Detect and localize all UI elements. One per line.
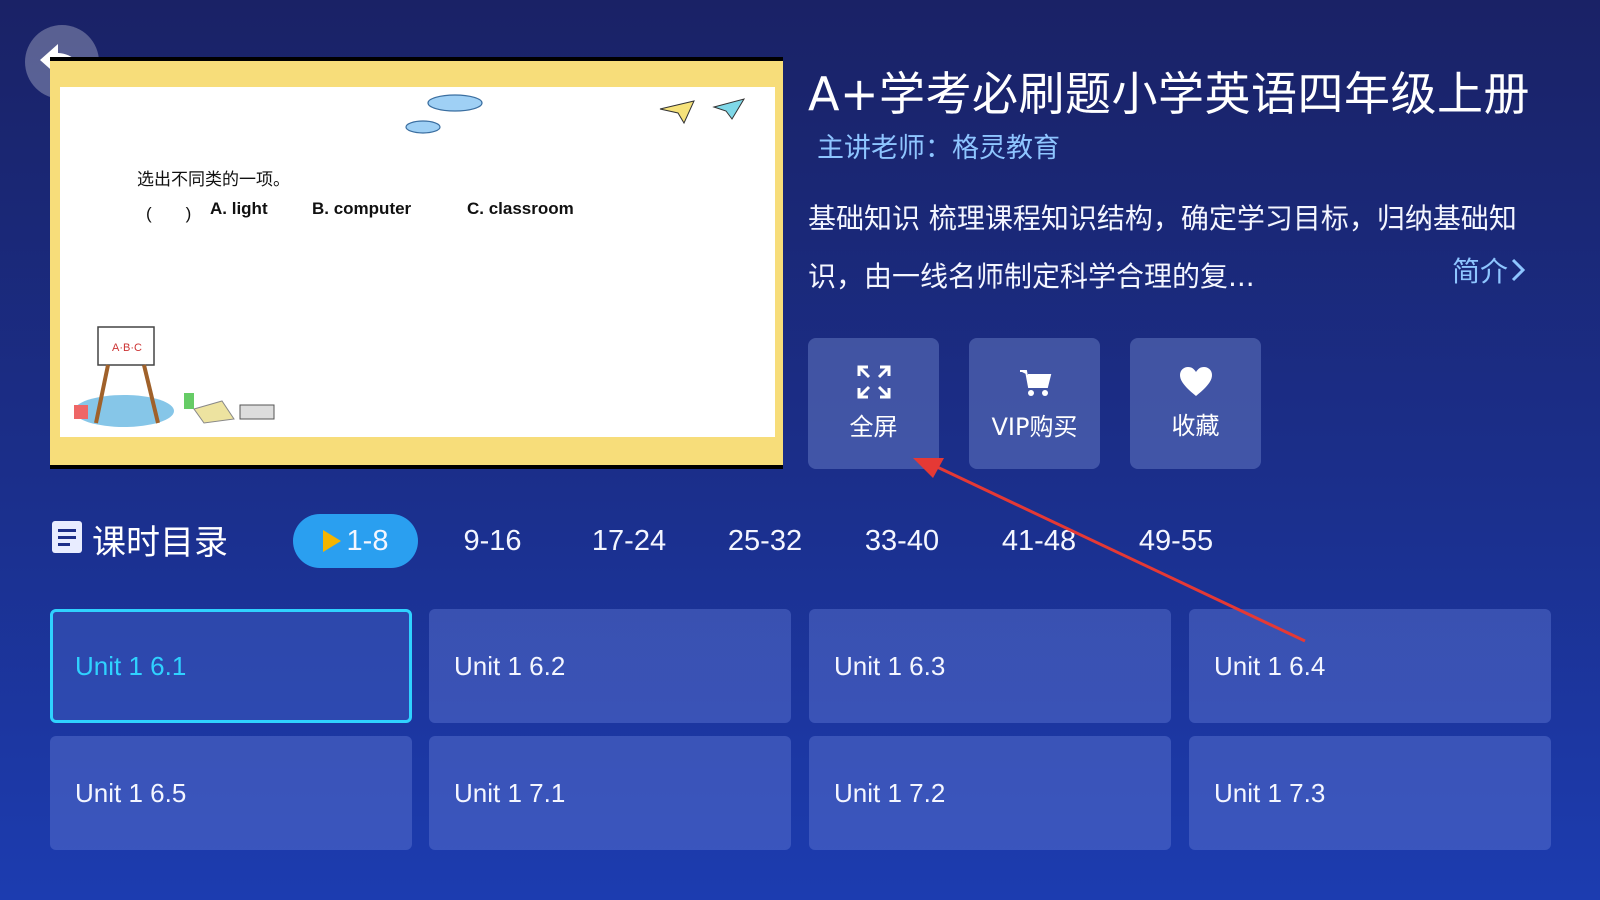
tab-25-32[interactable]: 25-32 [720,514,810,568]
svg-text:A·B·C: A·B·C [112,342,142,354]
cart-icon [1019,370,1051,396]
lesson-label: Unit 1 6.1 [75,650,187,681]
slide-option-c: C. classroom [467,199,574,218]
lesson-label: Unit 1 7.2 [834,777,946,808]
lesson-item[interactable]: Unit 1 7.2 [809,736,1171,850]
tab-label: 1-8 [346,524,389,557]
slide-paren: ( ) [146,204,192,223]
fullscreen-icon [857,365,890,399]
lesson-item[interactable]: Unit 1 6.2 [429,609,791,723]
tab-label: 25-32 [727,524,803,557]
slide-content: 选出不同类的一项。 ( ) A. light B. computer C. cl… [60,87,775,437]
easel-illustration: A·B·C [74,326,275,427]
favorite-button[interactable]: 收藏 [1130,338,1261,469]
vip-purchase-button[interactable]: VIP购买 [969,338,1100,469]
tab-17-24[interactable]: 17-24 [584,514,674,568]
lesson-item[interactable]: Unit 1 7.3 [1189,736,1551,850]
lesson-item[interactable]: Unit 1 6.4 [1189,609,1551,723]
lesson-item[interactable]: Unit 1 6.1 [50,609,412,723]
tab-49-55[interactable]: 49-55 [1131,514,1221,568]
cloud-illustration [405,94,483,134]
vip-purchase-label: VIP购买 [991,413,1078,441]
lesson-label: Unit 1 6.3 [834,650,946,681]
lesson-label: Unit 1 7.3 [1214,777,1326,808]
favorite-label: 收藏 [1171,412,1220,440]
lesson-label: Unit 1 6.5 [75,777,187,808]
heart-icon [1179,367,1212,396]
video-preview[interactable]: 选出不同类的一项。 ( ) A. light B. computer C. cl… [50,57,783,469]
fullscreen-label: 全屏 [849,413,898,441]
slide-option-b: B. computer [312,199,412,218]
chevron-right-icon [1511,258,1526,282]
catalog-title: 课时目录 [92,523,228,563]
lesson-item[interactable]: Unit 1 6.3 [809,609,1171,723]
catalog-list-icon [52,521,82,553]
lesson-label: Unit 1 7.1 [454,777,566,808]
lesson-item[interactable]: Unit 1 6.5 [50,736,412,850]
tab-label: 9-16 [463,524,522,557]
tab-label: 33-40 [864,524,940,557]
course-title: A+学考必刷题小学英语四年级上册 [808,67,1531,121]
intro-link[interactable]: 简介 [1452,250,1526,290]
tab-9-16[interactable]: 9-16 [450,514,535,568]
slide-options: ( ) A. light B. computer C. classroom [146,199,574,224]
play-icon [322,530,341,552]
fullscreen-button[interactable]: 全屏 [808,338,939,469]
intro-link-label: 简介 [1452,255,1509,288]
lesson-label: Unit 1 6.2 [454,650,566,681]
tab-label: 17-24 [591,524,667,557]
tab-label: 41-48 [1001,524,1077,557]
lesson-item[interactable]: Unit 1 7.1 [429,736,791,850]
tab-33-40[interactable]: 33-40 [857,514,947,568]
tab-1-8[interactable]: 1-8 [293,514,418,568]
tab-41-48[interactable]: 41-48 [994,514,1084,568]
tab-label: 49-55 [1138,524,1214,557]
slide-option-a: A. light [210,199,268,218]
paper-plane-illustration [659,98,746,125]
slide-frame: 选出不同类的一项。 ( ) A. light B. computer C. cl… [50,61,783,465]
course-teacher: 主讲老师：格灵教育 [817,133,1060,164]
slide-question: 选出不同类的一项。 [137,170,290,190]
course-description: 基础知识 梳理课程知识结构，确定学习目标，归纳基础知识，由一线名师制定科学合理的… [808,202,1517,293]
lesson-label: Unit 1 6.4 [1214,650,1326,681]
